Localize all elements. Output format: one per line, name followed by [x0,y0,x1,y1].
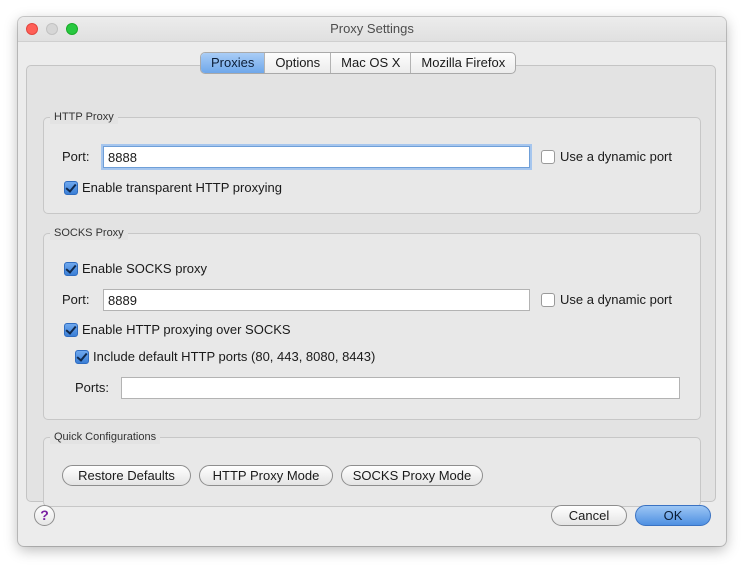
http-dynamic-port-label: Use a dynamic port [560,149,672,164]
socks-ports-label: Ports: [75,380,109,395]
http-over-socks-checkbox[interactable] [64,323,78,337]
title-bar: Proxy Settings [18,17,726,42]
enable-socks-label: Enable SOCKS proxy [82,261,208,276]
quick-configurations-group-title: Quick Configurations [50,430,161,444]
socks-dynamic-port-label: Use a dynamic port [560,292,672,307]
socks-ports-input[interactable] [121,377,680,399]
help-icon[interactable]: ? [34,505,55,526]
transparent-http-checkbox[interactable] [64,181,78,195]
include-default-ports-checkbox[interactable] [75,350,89,364]
tab-mozilla-firefox[interactable]: Mozilla Firefox [411,53,515,73]
include-default-ports-label: Include default HTTP ports (80, 443, 808… [93,349,376,364]
proxies-tab-panel: HTTP Proxy Port: Use a dynamic port Enab… [26,65,716,507]
transparent-http-label: Enable transparent HTTP proxying [82,180,282,195]
tab-options[interactable]: Options [265,53,332,73]
window-title: Proxy Settings [330,21,414,36]
http-proxy-group-title: HTTP Proxy [50,110,118,124]
http-over-socks-label: Enable HTTP proxying over SOCKS [82,322,291,337]
socks-port-label: Port: [62,292,90,307]
http-port-input[interactable] [103,146,530,168]
http-proxy-mode-button[interactable]: HTTP Proxy Mode [199,465,333,486]
socks-proxy-group-title: SOCKS Proxy [50,226,128,240]
restore-defaults-button[interactable]: Restore Defaults [62,465,191,486]
socks-dynamic-port-checkbox[interactable] [541,293,555,307]
tab-mac-os-x[interactable]: Mac OS X [331,53,412,73]
http-dynamic-port-checkbox[interactable] [541,150,555,164]
tab-bar: Proxies Options Mac OS X Mozilla Firefox [200,52,517,74]
http-port-label: Port: [62,149,90,164]
socks-port-input[interactable] [103,289,530,311]
http-proxy-group: HTTP Proxy Port: Use a dynamic port Enab… [43,110,701,214]
ok-button[interactable]: OK [635,505,711,526]
enable-socks-checkbox[interactable] [64,262,78,276]
socks-proxy-group: SOCKS Proxy Enable SOCKS proxy Port: Use… [43,226,701,420]
tab-proxies[interactable]: Proxies [201,53,266,73]
cancel-button[interactable]: Cancel [551,505,627,526]
socks-proxy-mode-button[interactable]: SOCKS Proxy Mode [341,465,483,486]
quick-configurations-group: Quick Configurations Restore Defaults HT… [43,430,701,507]
proxy-settings-window: Proxy Settings Proxies Options Mac OS X … [18,17,726,546]
